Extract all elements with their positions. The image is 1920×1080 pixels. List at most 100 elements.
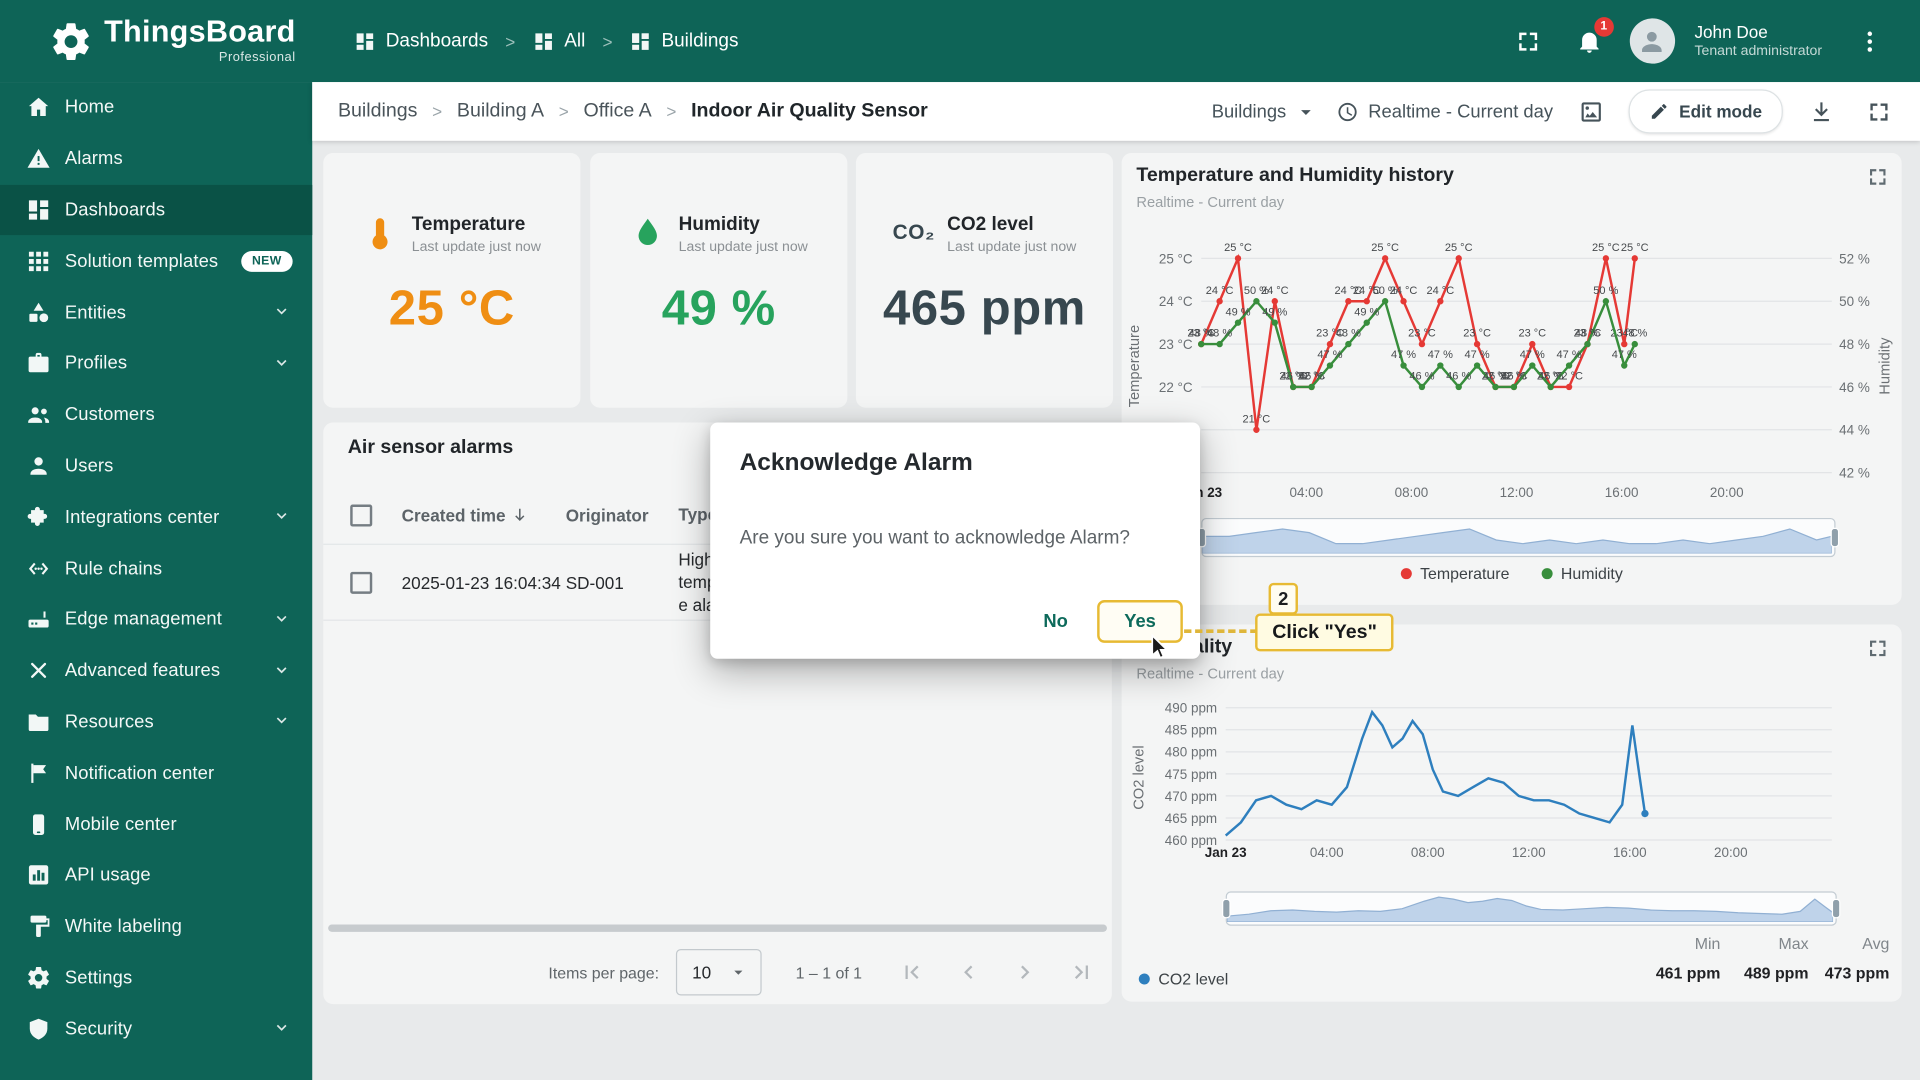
sidebar-item-resources[interactable]: Resources: [0, 696, 312, 747]
sidebar-item-advanced-features[interactable]: Advanced features: [0, 645, 312, 696]
sidebar-item-integrations-center[interactable]: Integrations center: [0, 491, 312, 542]
brush-handle-right[interactable]: [1831, 528, 1840, 548]
temperature-humidity-chart: 25 °C24 °C23 °C22 °C52 %50 %48 %46 %44 %…: [1122, 212, 1902, 512]
sidebar-item-label: Dashboards: [65, 200, 165, 221]
sidebar-item-solution-templates[interactable]: Solution templates NEW: [0, 236, 312, 287]
svg-text:50 %: 50 %: [1244, 285, 1269, 297]
sidebar-item-customers[interactable]: Customers: [0, 389, 312, 440]
card-fullscreen-button[interactable]: [1866, 165, 1889, 194]
svg-text:47 %: 47 %: [1465, 349, 1490, 361]
sidebar-item-api-usage[interactable]: API usage: [0, 850, 312, 901]
legend-temperature[interactable]: Temperature: [1400, 564, 1509, 582]
sidebar-item-label: Solution templates: [65, 251, 218, 272]
humidity-card-header: Humidity Last update just now: [630, 214, 808, 254]
svg-text:52 %: 52 %: [1839, 251, 1870, 266]
fullscreen-button[interactable]: [1507, 20, 1549, 62]
co2-card-header: CO₂ CO2 level Last update just now: [893, 214, 1077, 254]
thingsboard-logo[interactable]: ThingsBoard Professional: [0, 17, 312, 64]
sidebar-item-label: API usage: [65, 865, 151, 886]
sidebar-item-label: Users: [65, 455, 114, 476]
time-brush[interactable]: [1201, 518, 1835, 557]
header-originator[interactable]: Originator: [566, 505, 679, 525]
edit-mode-button[interactable]: Edit mode: [1629, 89, 1783, 133]
brush-handle-right[interactable]: [1832, 899, 1841, 919]
sidebar-item-rule-chains[interactable]: Rule chains: [0, 543, 312, 594]
thermometer-icon: [363, 214, 400, 251]
row-checkbox[interactable]: [350, 571, 372, 593]
notifications-button[interactable]: 1: [1568, 20, 1610, 62]
sidebar-item-settings[interactable]: Settings: [0, 952, 312, 1003]
dashboard-content: Temperature Last update just now 25 °C H…: [312, 141, 1920, 1080]
sidebar-item-label: Customers: [65, 404, 155, 425]
avatar[interactable]: [1630, 18, 1675, 63]
first-page-button[interactable]: [899, 959, 926, 986]
entity-select[interactable]: Buildings: [1212, 100, 1318, 123]
temperature-value: 25 °C: [389, 281, 515, 336]
sidebar-item-security[interactable]: Security: [0, 1003, 312, 1054]
breadcrumb-buildings[interactable]: Buildings: [630, 30, 739, 52]
breadcrumb-separator: >: [602, 31, 612, 51]
crumb-building-a[interactable]: Building A: [457, 100, 544, 122]
toolbar-fullscreen-button[interactable]: [1859, 92, 1898, 131]
stat-max-value: 489 ppm: [1720, 964, 1808, 982]
sidebar-item-notification-center[interactable]: Notification center: [0, 747, 312, 798]
chart-legend: CO2 level: [1139, 970, 1228, 988]
timewindow-value: Realtime - Current day: [1368, 101, 1553, 122]
svg-text:49 %: 49 %: [1262, 306, 1287, 318]
svg-text:47 %: 47 %: [1391, 349, 1416, 361]
card-subtitle: Last update just now: [412, 240, 541, 255]
svg-text:25 °C: 25 °C: [1621, 242, 1649, 254]
sidebar-item-label: Notification center: [65, 763, 214, 784]
people-icon: [23, 400, 52, 429]
header-created-time[interactable]: Created time: [402, 505, 566, 525]
image-icon: [1578, 99, 1604, 125]
sidebar-item-home[interactable]: Home: [0, 82, 312, 133]
crumb-office-a[interactable]: Office A: [583, 100, 651, 122]
svg-text:Jan 23: Jan 23: [1205, 845, 1247, 860]
items-per-page-select[interactable]: 10: [676, 949, 761, 996]
svg-text:16:00: 16:00: [1613, 845, 1647, 860]
app-title: ThingsBoard: [104, 17, 295, 48]
time-brush[interactable]: [1226, 891, 1837, 925]
svg-text:46 %: 46 %: [1446, 371, 1471, 383]
next-page-button[interactable]: [1011, 959, 1038, 986]
sidebar-item-edge-management[interactable]: Edge management: [0, 594, 312, 645]
toolbar-actions: Buildings Realtime - Current day Edit mo…: [1212, 89, 1898, 133]
horizontal-scrollbar[interactable]: [328, 924, 1107, 931]
legend-co2-level[interactable]: CO2 level: [1139, 970, 1228, 988]
sidebar-item-users[interactable]: Users: [0, 440, 312, 491]
svg-text:04:00: 04:00: [1310, 845, 1344, 860]
chevron-down-icon: [271, 301, 293, 323]
sidebar-item-mobile-center[interactable]: Mobile center: [0, 799, 312, 850]
breadcrumb-all[interactable]: All: [532, 30, 585, 52]
select-all-checkbox[interactable]: [350, 504, 372, 526]
legend-humidity[interactable]: Humidity: [1541, 564, 1623, 582]
sidebar-item-dashboards[interactable]: Dashboards: [0, 184, 312, 235]
svg-text:50 %: 50 %: [1373, 285, 1398, 297]
timewindow-button[interactable]: Realtime - Current day: [1336, 100, 1553, 123]
sidebar-item-white-labeling[interactable]: White labeling: [0, 901, 312, 952]
last-page-button[interactable]: [1068, 959, 1095, 986]
no-button[interactable]: No: [1026, 600, 1085, 643]
prev-page-button[interactable]: [955, 959, 982, 986]
card-fullscreen-button[interactable]: [1866, 637, 1889, 666]
svg-text:Humidity: Humidity: [1877, 337, 1893, 395]
dashboard-image-button[interactable]: [1571, 92, 1610, 131]
breadcrumb-dashboards[interactable]: Dashboards: [354, 30, 488, 52]
crumb-separator: >: [666, 102, 676, 122]
user-info[interactable]: John Doe Tenant administrator: [1694, 21, 1822, 62]
sidebar-item-entities[interactable]: Entities: [0, 287, 312, 338]
brush-handle-left[interactable]: [1222, 899, 1231, 919]
more-menu-button[interactable]: [1849, 20, 1891, 62]
entities-icon: [23, 298, 52, 327]
card-title: CO2 level: [947, 214, 1076, 236]
sidebar-item-profiles[interactable]: Profiles: [0, 338, 312, 389]
crumb-buildings[interactable]: Buildings: [338, 100, 418, 122]
download-button[interactable]: [1801, 92, 1840, 131]
caret-down-icon: [1295, 100, 1318, 123]
sidebar-item-alarms[interactable]: Alarms: [0, 133, 312, 184]
chart-legend: Temperature Humidity: [1122, 564, 1902, 582]
shield-icon: [23, 1014, 52, 1043]
chevron-down-icon: [271, 506, 293, 528]
humidity-card: Humidity Last update just now 49 %: [590, 153, 847, 408]
